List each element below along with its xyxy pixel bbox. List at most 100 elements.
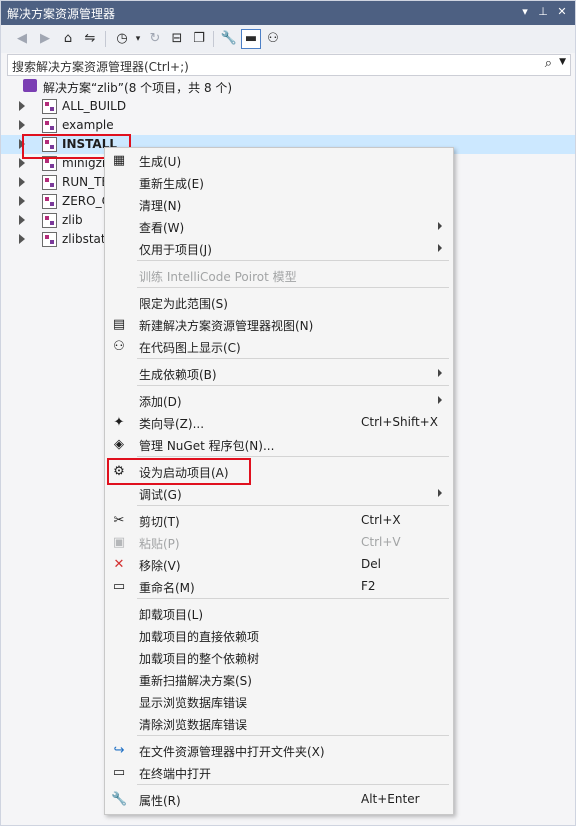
menu-item-view[interactable]: 查看(W) bbox=[105, 216, 453, 238]
paste-icon: ▣ bbox=[112, 535, 126, 550]
menu-item-load-entire-dep-tree[interactable]: 加载项目的整个依赖树 bbox=[105, 647, 453, 669]
project-label: example bbox=[62, 118, 114, 132]
view-class-diagram-icon[interactable]: ⚇ bbox=[264, 30, 282, 48]
search-placeholder: 搜索解决方案资源管理器(Ctrl+;) bbox=[12, 60, 189, 74]
menu-item-label: 添加(D) bbox=[139, 395, 182, 409]
close-icon[interactable]: ✕ bbox=[554, 4, 570, 20]
window-position-dropdown-icon[interactable]: ▾ bbox=[517, 4, 533, 20]
expand-arrow-icon[interactable] bbox=[19, 177, 25, 187]
menu-item-rebuild[interactable]: 重新生成(E) bbox=[105, 172, 453, 194]
menu-item-label: 仅用于项目(J) bbox=[139, 243, 212, 257]
menu-item-unload-project[interactable]: 卸载项目(L) bbox=[105, 603, 453, 625]
menu-item-label: 加载项目的整个依赖树 bbox=[139, 652, 260, 666]
menu-item-show-browse-db-errors[interactable]: 显示浏览数据库错误 bbox=[105, 691, 453, 713]
show-all-files-icon[interactable]: ❐ bbox=[190, 30, 208, 48]
menu-item-class-wizard[interactable]: ✦ 类向导(Z)... Ctrl+Shift+X bbox=[105, 412, 453, 434]
menu-item-label: 生成(U) bbox=[139, 155, 182, 169]
menu-separator bbox=[137, 598, 449, 599]
tree-row-project[interactable]: ALL_BUILD bbox=[1, 97, 575, 116]
search-box[interactable]: 搜索解决方案资源管理器(Ctrl+;) ⌕ ▼ bbox=[7, 54, 571, 76]
nuget-icon: ◈ bbox=[114, 437, 124, 452]
menu-item-debug[interactable]: 调试(G) bbox=[105, 483, 453, 505]
menu-item-shortcut: Ctrl+Shift+X bbox=[361, 415, 438, 429]
menu-item-label: 调试(G) bbox=[139, 488, 182, 502]
project-label: zlibstat bbox=[62, 232, 106, 246]
menu-item-shortcut: Ctrl+V bbox=[361, 535, 401, 549]
menu-item-open-in-terminal[interactable]: ▭ 在终端中打开 bbox=[105, 762, 453, 784]
menu-item-rescan-solution[interactable]: 重新扫描解决方案(S) bbox=[105, 669, 453, 691]
menu-separator bbox=[137, 385, 449, 386]
menu-item-label: 显示浏览数据库错误 bbox=[139, 696, 248, 710]
pending-changes-dropdown-icon[interactable]: ▾ bbox=[129, 30, 147, 48]
menu-item-paste: ▣ 粘贴(P) Ctrl+V bbox=[105, 532, 453, 554]
collapse-all-icon[interactable]: ⊟ bbox=[168, 30, 186, 48]
expand-arrow-icon[interactable] bbox=[19, 196, 25, 206]
pin-icon[interactable]: ⊥ bbox=[535, 4, 551, 20]
switch-views-icon[interactable]: ⇋ bbox=[81, 30, 99, 48]
menu-item-label: 生成依赖项(B) bbox=[139, 368, 217, 382]
menu-item-clean[interactable]: 清理(N) bbox=[105, 194, 453, 216]
menu-item-scope-to-this[interactable]: 限定为此范围(S) bbox=[105, 292, 453, 314]
project-icon bbox=[42, 232, 57, 247]
menu-item-project-only[interactable]: 仅用于项目(J) bbox=[105, 238, 453, 260]
menu-item-shortcut: Ctrl+X bbox=[361, 513, 401, 527]
menu-item-rename[interactable]: ▭ 重命名(M) F2 bbox=[105, 576, 453, 598]
menu-separator bbox=[137, 784, 449, 785]
menu-item-label: 在代码图上显示(C) bbox=[139, 341, 241, 355]
expand-arrow-icon[interactable] bbox=[19, 234, 25, 244]
menu-item-shortcut: Del bbox=[361, 557, 381, 571]
menu-item-build-dependencies[interactable]: 生成依赖项(B) bbox=[105, 363, 453, 385]
home-icon[interactable]: ⌂ bbox=[59, 30, 77, 48]
project-icon bbox=[42, 194, 57, 209]
expand-arrow-icon[interactable] bbox=[19, 101, 25, 111]
menu-item-label: 查看(W) bbox=[139, 221, 185, 235]
submenu-arrow-icon bbox=[438, 222, 442, 230]
menu-item-properties[interactable]: 🔧 属性(R) Alt+Enter bbox=[105, 789, 453, 811]
highlight-box-set-startup bbox=[107, 458, 251, 485]
project-icon bbox=[42, 99, 57, 114]
back-icon[interactable]: ◀ bbox=[13, 30, 31, 48]
new-view-icon: ▤ bbox=[112, 317, 126, 332]
terminal-icon: ▭ bbox=[112, 765, 126, 780]
menu-item-build[interactable]: ▦ 生成(U) bbox=[105, 150, 453, 172]
menu-item-add[interactable]: 添加(D) bbox=[105, 390, 453, 412]
menu-separator bbox=[137, 287, 449, 288]
menu-item-load-direct-deps[interactable]: 加载项目的直接依赖项 bbox=[105, 625, 453, 647]
menu-separator bbox=[137, 735, 449, 736]
expand-arrow-icon[interactable] bbox=[19, 120, 25, 130]
menu-item-label: 卸载项目(L) bbox=[139, 608, 204, 622]
preview-selected-icon[interactable]: ▬ bbox=[241, 29, 261, 49]
wrench-icon: 🔧 bbox=[111, 792, 128, 807]
tree-row-project[interactable]: example bbox=[1, 116, 575, 135]
menu-item-label: 重新生成(E) bbox=[139, 177, 204, 191]
solution-icon bbox=[23, 79, 37, 92]
menu-item-clear-browse-db-errors[interactable]: 清除浏览数据库错误 bbox=[105, 713, 453, 735]
toolbar-divider bbox=[213, 31, 214, 47]
refresh-icon[interactable]: ↻ bbox=[146, 30, 164, 48]
expand-arrow-icon[interactable] bbox=[19, 158, 25, 168]
menu-item-shortcut: F2 bbox=[361, 579, 376, 593]
menu-separator bbox=[137, 505, 449, 506]
search-icon[interactable]: ⌕ bbox=[545, 56, 552, 71]
menu-item-new-explorer-view[interactable]: ▤ 新建解决方案资源管理器视图(N) bbox=[105, 314, 453, 336]
search-options-dropdown-icon[interactable]: ▼ bbox=[559, 57, 566, 67]
open-folder-icon: ↪ bbox=[113, 743, 125, 758]
menu-item-label: 加载项目的直接依赖项 bbox=[139, 630, 260, 644]
menu-item-label: 限定为此范围(S) bbox=[139, 297, 228, 311]
menu-item-label: 管理 NuGet 程序包(N)... bbox=[139, 439, 275, 453]
menu-item-show-on-code-map[interactable]: ⚇ 在代码图上显示(C) bbox=[105, 336, 453, 358]
menu-item-open-in-file-explorer[interactable]: ↪ 在文件资源管理器中打开文件夹(X) bbox=[105, 740, 453, 762]
expand-arrow-icon[interactable] bbox=[19, 215, 25, 225]
properties-wrench-icon[interactable]: 🔧 bbox=[220, 30, 238, 48]
menu-item-manage-nuget[interactable]: ◈ 管理 NuGet 程序包(N)... bbox=[105, 434, 453, 456]
forward-icon[interactable]: ▶ bbox=[36, 30, 54, 48]
submenu-arrow-icon bbox=[438, 489, 442, 497]
menu-item-remove[interactable]: ✕ 移除(V) Del bbox=[105, 554, 453, 576]
menu-item-label: 剪切(T) bbox=[139, 515, 180, 529]
menu-item-cut[interactable]: ✂ 剪切(T) Ctrl+X bbox=[105, 510, 453, 532]
code-map-icon: ⚇ bbox=[113, 339, 125, 354]
menu-item-shortcut: Alt+Enter bbox=[361, 792, 420, 806]
menu-item-label: 新建解决方案资源管理器视图(N) bbox=[139, 319, 314, 333]
project-label: RUN_TE bbox=[62, 175, 110, 189]
tree-row-solution[interactable]: 解决方案“zlib”(8 个项目，共 8 个) bbox=[1, 77, 575, 96]
